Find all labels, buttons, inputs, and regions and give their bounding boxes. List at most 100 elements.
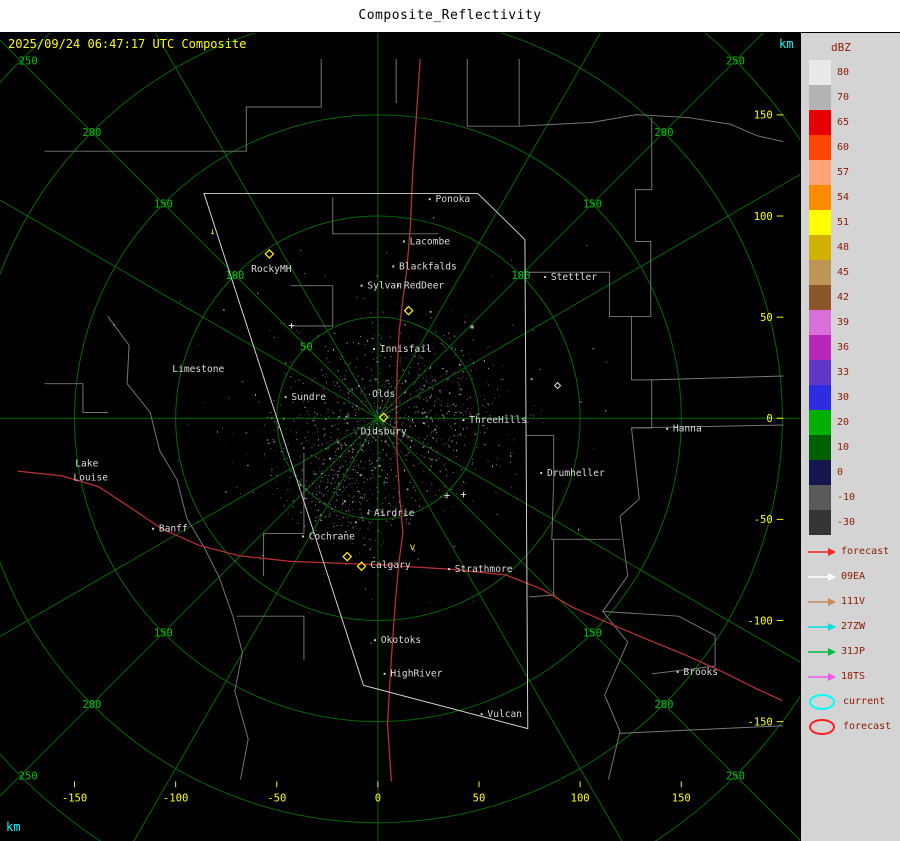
city-dot [403,241,405,243]
colorbar-swatch [809,510,831,535]
city-label: Banff [159,524,188,535]
colorbar-swatch [809,260,831,285]
city-label: Olds [372,389,395,400]
y-axis-tick-label: 100 [754,211,773,223]
colorbar-swatch [809,160,831,185]
colorbar-swatch [809,285,831,310]
ring-label: 150 [154,628,173,640]
x-axis-tick-label: 100 [571,793,590,805]
colorbar-swatch [809,460,831,485]
colorbar-entry: 57 [809,160,900,185]
colorbar-value-label: 20 [837,410,849,435]
ring-label: 200 [82,699,101,711]
city-label: Blackfalds [399,261,457,272]
city-label: Okotoks [381,635,421,646]
ring-label: 150 [583,199,602,211]
colorbar-value-label: 70 [837,85,849,110]
y-axis-tick-label: 50 [760,312,773,324]
colorbar-entry: 70 [809,85,900,110]
colorbar-swatch [809,85,831,110]
legend-track-row: 27ZW [807,614,900,639]
x-axis-tick-label: -100 [163,793,188,805]
colorbar-swatch [809,185,831,210]
colorbar-swatch [809,135,831,160]
city-dot [448,568,450,570]
colorbar-swatch [809,335,831,360]
window-title: Composite_Reflectivity [0,0,900,33]
y-axis-tick-label: 0 [766,413,772,425]
city-label: Lacombe [410,236,451,247]
legend-ellipse-row: current [807,689,900,714]
radar-map-svg: 2502001501005025020015010025020015025020… [0,33,800,841]
legend-ellipse-row: forecast [807,714,900,739]
x-axis-tick-label: -50 [267,793,286,805]
colorbar-entry: 80 [809,60,900,85]
city-dot [374,639,376,641]
city-dot [152,528,154,530]
legend-label: current [843,696,885,707]
colorbar-swatch [809,210,831,235]
colorbar-entry: 20 [809,410,900,435]
city-label: Airdrie [374,508,415,519]
city-dot [677,671,679,673]
colorbar-entry: -10 [809,485,900,510]
city-label: ThreeHills [469,415,527,426]
ring-label: 100 [225,270,244,282]
colorbar-entry: 54 [809,185,900,210]
storm-ellipse-icon [807,718,839,736]
legend-label: 18TS [841,671,865,682]
city-label: HighRiver [390,669,442,680]
diamond-marker-icon [343,553,351,561]
city-label: Louise [73,473,108,484]
ring-label: 250 [726,56,745,68]
city-label: Calgary [370,560,411,571]
white-diamond-icon [555,383,561,389]
colorbar-entry: 65 [809,110,900,135]
white-point-icon: + [444,490,450,502]
city-dot [397,285,399,287]
city-dot [462,419,464,421]
colorbar-value-label: 36 [837,335,849,360]
city-dot [666,428,668,430]
ring-label: 200 [654,127,673,139]
ring-label: 250 [19,56,38,68]
colorbar-value-label: 57 [837,160,849,185]
colorbar-entry: 42 [809,285,900,310]
legend-label: forecast [843,721,891,732]
colorbar-entry: 36 [809,335,900,360]
legend-label: 111V [841,596,865,607]
colorbar-value-label: 54 [837,185,849,210]
city-dot [392,266,394,268]
legend-label: 09EA [841,571,865,582]
radar-map-panel: 2502001501005025020015010025020015025020… [0,33,800,841]
storm-track-legend: forecast09EA111V27ZW31JP18TScurrentforec… [801,539,900,739]
colorbar-value-label: 42 [837,285,849,310]
colorbar-entry: -30 [809,510,900,535]
colorbar-entry: 0 [809,460,900,485]
ring-label: 200 [82,127,101,139]
colorbar-swatch [809,360,831,385]
legend-track-row: 09EA [807,564,900,589]
city-label: Ponoka [436,194,471,205]
city-label: Sylvan [367,281,402,292]
diamond-marker-icon [265,250,273,258]
city-label: RockyMH [251,264,292,275]
colorbar-entry: 48 [809,235,900,260]
colorbar-swatch [809,385,831,410]
ring-label: 150 [154,199,173,211]
colorbar-swatch [809,410,831,435]
city-label: Drumheller [547,468,605,479]
city-label: Brooks [683,667,718,678]
city-dot [544,276,546,278]
city-label: Stettler [551,272,597,283]
x-axis-tick-label: 50 [473,793,486,805]
ring-label: 200 [654,699,673,711]
ring-label: 50 [300,342,313,354]
city-dot [361,285,363,287]
city-dot [373,348,375,350]
colorbar-entry: 51 [809,210,900,235]
city-dot [429,198,431,200]
city-label: Limestone [172,364,224,375]
legend-label: forecast [841,546,889,557]
legend-label: 27ZW [841,621,865,632]
